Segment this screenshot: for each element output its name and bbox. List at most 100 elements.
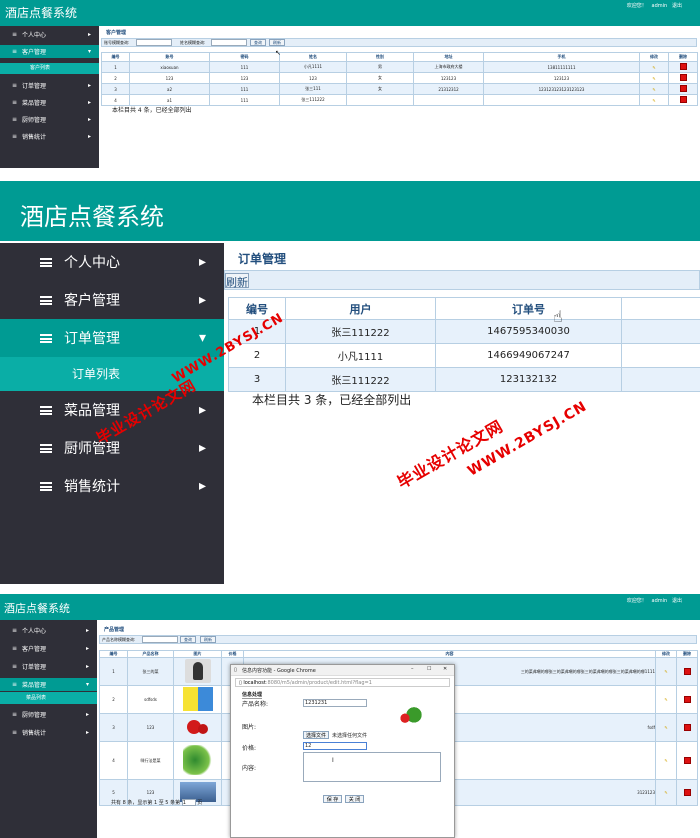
product-image [173, 685, 222, 714]
list-icon: ≡ [12, 627, 18, 634]
cell-empty [621, 343, 700, 368]
cell-id: 1 [99, 657, 128, 686]
nav-sales[interactable]: ≡ 销售统计 ▸ [0, 130, 99, 143]
edit-icon[interactable]: ✎ [639, 94, 669, 106]
cell-gender: 女 [346, 83, 414, 95]
nav-orders[interactable]: ≡ 订单管理 ▸ [0, 660, 97, 673]
column-header: 删除 [676, 650, 698, 658]
chevron-down-icon: ▾ [199, 330, 207, 346]
cell-id: 1 [101, 61, 130, 73]
query-button[interactable]: 查询 [250, 39, 266, 46]
refresh-button[interactable]: 刷新 [269, 39, 285, 46]
query-button[interactable]: 查询 [180, 636, 196, 643]
nav-sales[interactable]: 销售统计 ▸ [0, 467, 224, 505]
delete-icon[interactable] [676, 779, 698, 806]
logout-link[interactable]: 退出 [672, 3, 682, 9]
nav-dishes[interactable]: ≡ 菜品管理 ▾ [0, 678, 97, 691]
chevron-right-icon: ▸ [88, 31, 92, 38]
edit-icon[interactable]: ✎ [639, 83, 669, 95]
delete-icon[interactable] [668, 83, 698, 95]
delete-icon[interactable] [676, 713, 698, 742]
maximize-icon[interactable]: ☐ [427, 666, 431, 672]
save-button[interactable]: 保 存 [323, 795, 342, 803]
cell-empty [621, 367, 700, 392]
cell-gender: 女 [346, 72, 414, 84]
refresh-button[interactable]: 刷新 [200, 636, 216, 643]
cell-id: 2 [101, 72, 130, 84]
chevron-right-icon: ▸ [199, 440, 207, 456]
nav-customers[interactable]: ≡ 客户管理 ▾ [0, 45, 99, 58]
edit-icon[interactable]: ✎ [655, 779, 677, 806]
cell-phone: 123123 [483, 72, 640, 84]
list-icon [40, 257, 52, 267]
app-title: 酒店点餐系统 [4, 602, 70, 615]
nav-orders[interactable]: 订单管理 ▾ [0, 319, 224, 357]
delete-icon[interactable] [668, 61, 698, 73]
delete-icon[interactable] [676, 657, 698, 686]
address-bar[interactable]: ▯ localhost:8080/m5/admin/product/edit.h… [235, 678, 450, 687]
edit-icon[interactable]: ✎ [655, 713, 677, 742]
nav-label: 厨师管理 [22, 117, 47, 124]
price-input[interactable]: 12 [303, 742, 367, 750]
delete-icon[interactable] [668, 94, 698, 106]
cell-user: 张三111222 [285, 319, 436, 344]
nav-personal[interactable]: 个人中心 ▸ [0, 243, 224, 281]
header-bar: 酒店点餐系统 [0, 181, 700, 241]
nav-chefs[interactable]: ≡ 厨师管理 ▸ [0, 708, 97, 721]
nav-label: 销售统计 [64, 479, 120, 495]
nav-sales[interactable]: ≡ 销售统计 ▸ [0, 726, 97, 739]
close-icon[interactable]: ✕ [443, 666, 447, 672]
cell-name: 咪行法是菜 [127, 741, 174, 780]
nav-customer-list[interactable]: 客户列表 [0, 63, 99, 74]
edit-icon[interactable]: ✎ [655, 741, 677, 780]
delete-icon[interactable] [676, 741, 698, 780]
search-bar: 产品名称模糊查询: 查询 刷新 [99, 635, 697, 644]
cursor-icon: ↖ [275, 49, 281, 57]
user-link[interactable]: admin [652, 3, 668, 9]
search-account-label: 账号模糊查询: [104, 40, 130, 45]
list-icon: ≡ [12, 48, 18, 55]
nav-chefs[interactable]: ≡ 厨师管理 ▸ [0, 113, 99, 126]
text-cursor-icon: I [332, 757, 334, 764]
page-input[interactable]: 1 [181, 799, 196, 806]
cell-id: 4 [101, 94, 130, 106]
search-account-input[interactable] [136, 39, 172, 46]
nav-personal[interactable]: ≡ 个人中心 ▸ [0, 28, 99, 41]
cell-phone: 13811111111 [483, 61, 640, 73]
edit-icon[interactable]: ✎ [639, 72, 669, 84]
list-icon: ≡ [12, 681, 18, 688]
edit-icon[interactable]: ✎ [655, 657, 677, 686]
cell-password: 111 [209, 83, 280, 95]
delete-icon[interactable] [676, 685, 698, 714]
nav-customers[interactable]: ≡ 客户管理 ▸ [0, 642, 97, 655]
search-name-input[interactable] [211, 39, 247, 46]
table-header-row: 编号 用户 订单号 [228, 297, 700, 320]
cell-account: a1 [129, 94, 210, 106]
delete-icon[interactable] [668, 72, 698, 84]
list-icon: ≡ [12, 729, 18, 736]
nav-personal[interactable]: ≡ 个人中心 ▸ [0, 624, 97, 637]
nav-customers[interactable]: 客户管理 ▸ [0, 281, 224, 319]
refresh-button[interactable]: 刷新 [225, 273, 249, 289]
column-header: 编号 [99, 650, 128, 658]
table-row: 1 张三111222 1467595340030 [228, 319, 700, 344]
close-button[interactable]: 关 闭 [345, 795, 364, 803]
user-link[interactable]: admin [652, 598, 668, 604]
nav-label: 个人中心 [22, 32, 47, 39]
column-header: 图片 [173, 650, 222, 658]
minimize-icon[interactable]: – [411, 666, 414, 672]
edit-icon[interactable]: ✎ [639, 61, 669, 73]
nav-orders[interactable]: ≡ 订单管理 ▸ [0, 79, 99, 92]
logout-link[interactable]: 退出 [672, 598, 682, 604]
search-input[interactable] [142, 636, 178, 643]
choose-file-button[interactable]: 选择文件 [303, 731, 329, 739]
edit-icon[interactable]: ✎ [655, 685, 677, 714]
panel-customer: 酒店点餐系统 欢迎您！ admin 退出 ≡ 个人中心 ▸ ≡ 客户管理 ▾ 客户列表 … [0, 0, 700, 168]
nav-dish-list[interactable]: 菜品列表 [0, 692, 97, 704]
name-input[interactable]: 1231231 [303, 699, 367, 707]
content-textarea[interactable] [303, 752, 441, 782]
nav-dishes[interactable]: ≡ 菜品管理 ▸ [0, 96, 99, 109]
nav-label: 销售统计 [22, 730, 47, 737]
table-row: 3 a2 111 张三111 女 21312312 123123123123123123 ✎ [101, 83, 698, 95]
chevron-right-icon: ▸ [88, 133, 92, 140]
